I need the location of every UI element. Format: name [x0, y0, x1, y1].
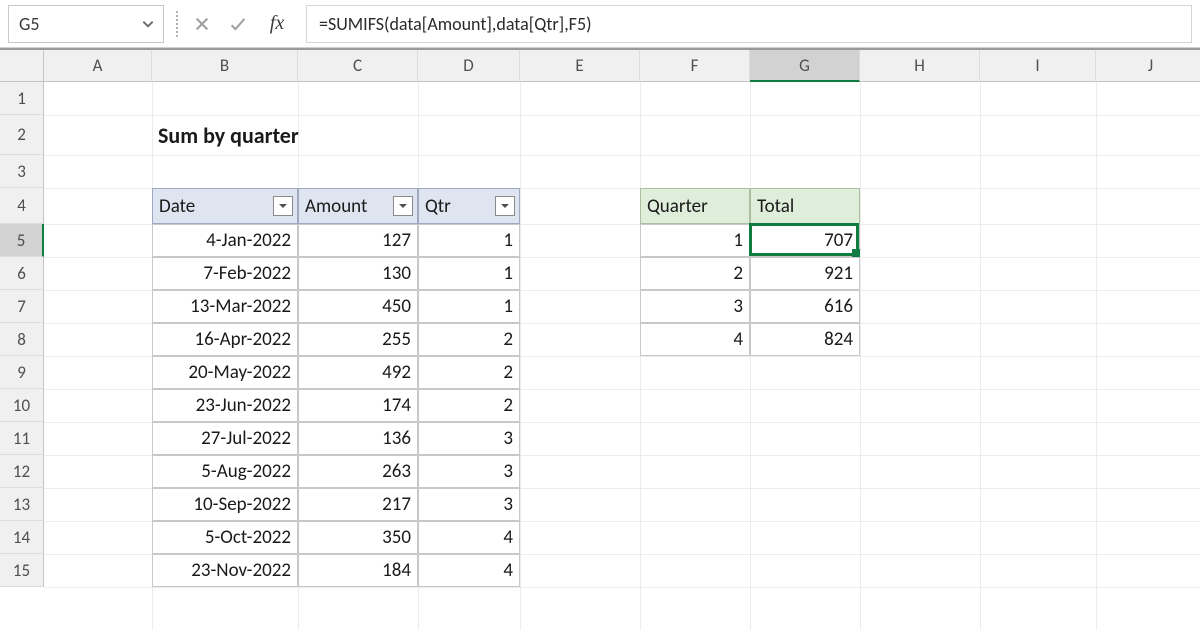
col-header-E[interactable]: E [520, 50, 640, 82]
filter-dropdown-icon[interactable] [273, 196, 293, 216]
table-row-amount[interactable]: 255 [298, 323, 418, 356]
table-row-amount[interactable]: 263 [298, 455, 418, 488]
table-row-date[interactable]: 5-Oct-2022 [152, 521, 298, 554]
table-row-date[interactable]: 23-Jun-2022 [152, 389, 298, 422]
divider [176, 11, 178, 37]
row-header-10[interactable]: 10 [0, 389, 44, 422]
table-row-qtr[interactable]: 2 [418, 323, 520, 356]
summary-row-total[interactable]: 707 [750, 224, 860, 257]
table-row-amount[interactable]: 184 [298, 554, 418, 587]
row-header-6[interactable]: 6 [0, 257, 44, 290]
filter-dropdown-icon[interactable] [393, 196, 413, 216]
worksheet[interactable]: ABCDEFGHIJ 123456789101112131415 Sum by … [0, 48, 1200, 630]
cells-area[interactable]: Sum by quarterDateAmountQtr4-Jan-2022127… [44, 82, 1200, 630]
name-box-value: G5 [19, 13, 39, 35]
table-row-date[interactable]: 13-Mar-2022 [152, 290, 298, 323]
row-header-5[interactable]: 5 [0, 224, 44, 257]
table-row-qtr[interactable]: 1 [418, 224, 520, 257]
col-header-J[interactable]: J [1096, 50, 1200, 82]
col-header-H[interactable]: H [860, 50, 980, 82]
col-header-G[interactable]: G [750, 50, 860, 82]
table-row-qtr[interactable]: 4 [418, 554, 520, 587]
table-row-date[interactable]: 20-May-2022 [152, 356, 298, 389]
page-title[interactable]: Sum by quarter [152, 115, 520, 155]
summary-header-total[interactable]: Total [750, 188, 860, 224]
table-row-qtr[interactable]: 1 [418, 257, 520, 290]
chevron-down-icon[interactable] [141, 17, 155, 31]
table-row-date[interactable]: 27-Jul-2022 [152, 422, 298, 455]
col-header-I[interactable]: I [980, 50, 1096, 82]
row-header-4[interactable]: 4 [0, 188, 44, 224]
name-box[interactable]: G5 [8, 5, 164, 43]
table-row-amount[interactable]: 492 [298, 356, 418, 389]
table-row-amount[interactable]: 350 [298, 521, 418, 554]
table-row-amount[interactable]: 450 [298, 290, 418, 323]
table-row-qtr[interactable]: 3 [418, 422, 520, 455]
row-header-3[interactable]: 3 [0, 155, 44, 188]
row-headers: 123456789101112131415 [0, 82, 44, 630]
table-row-date[interactable]: 16-Apr-2022 [152, 323, 298, 356]
cancel-formula-button[interactable] [188, 7, 216, 41]
table-row-date[interactable]: 10-Sep-2022 [152, 488, 298, 521]
table-row-date[interactable]: 4-Jan-2022 [152, 224, 298, 257]
row-header-12[interactable]: 12 [0, 455, 44, 488]
summary-row-total[interactable]: 921 [750, 257, 860, 290]
col-header-B[interactable]: B [152, 50, 298, 82]
table-row-qtr[interactable]: 2 [418, 356, 520, 389]
col-header-D[interactable]: D [418, 50, 520, 82]
column-headers: ABCDEFGHIJ [44, 50, 1200, 82]
table-row-date[interactable]: 23-Nov-2022 [152, 554, 298, 587]
table-row-date[interactable]: 5-Aug-2022 [152, 455, 298, 488]
fx-icon[interactable]: fx [260, 12, 294, 35]
formula-text: =SUMIFS(data[Amount],data[Qtr],F5) [319, 13, 592, 35]
gridline-h [44, 587, 1200, 588]
table-row-qtr[interactable]: 3 [418, 488, 520, 521]
summary-row-quarter[interactable]: 1 [640, 224, 750, 257]
col-header-C[interactable]: C [298, 50, 418, 82]
row-header-7[interactable]: 7 [0, 290, 44, 323]
row-header-8[interactable]: 8 [0, 323, 44, 356]
row-header-14[interactable]: 14 [0, 521, 44, 554]
select-all-corner[interactable] [0, 50, 44, 82]
col-header-F[interactable]: F [640, 50, 750, 82]
summary-row-quarter[interactable]: 2 [640, 257, 750, 290]
table-row-qtr[interactable]: 1 [418, 290, 520, 323]
table-row-amount[interactable]: 127 [298, 224, 418, 257]
table-row-amount[interactable]: 174 [298, 389, 418, 422]
summary-row-quarter[interactable]: 3 [640, 290, 750, 323]
summary-row-quarter[interactable]: 4 [640, 323, 750, 356]
summary-header-quarter[interactable]: Quarter [640, 188, 750, 224]
col-header-A[interactable]: A [44, 50, 152, 82]
table-header-amount[interactable]: Amount [298, 188, 418, 224]
table-row-amount[interactable]: 217 [298, 488, 418, 521]
formula-input[interactable]: =SUMIFS(data[Amount],data[Qtr],F5) [306, 5, 1192, 43]
table-header-qtr[interactable]: Qtr [418, 188, 520, 224]
summary-row-total[interactable]: 616 [750, 290, 860, 323]
summary-row-total[interactable]: 824 [750, 323, 860, 356]
row-header-2[interactable]: 2 [0, 115, 44, 155]
table-row-amount[interactable]: 136 [298, 422, 418, 455]
table-header-date[interactable]: Date [152, 188, 298, 224]
formula-bar: G5 fx =SUMIFS(data[Amount],data[Qtr],F5) [0, 0, 1200, 48]
filter-dropdown-icon[interactable] [495, 196, 515, 216]
row-header-9[interactable]: 9 [0, 356, 44, 389]
row-header-11[interactable]: 11 [0, 422, 44, 455]
table-row-qtr[interactable]: 4 [418, 521, 520, 554]
table-row-amount[interactable]: 130 [298, 257, 418, 290]
row-header-13[interactable]: 13 [0, 488, 44, 521]
table-row-qtr[interactable]: 3 [418, 455, 520, 488]
row-header-15[interactable]: 15 [0, 554, 44, 587]
table-row-qtr[interactable]: 2 [418, 389, 520, 422]
table-row-date[interactable]: 7-Feb-2022 [152, 257, 298, 290]
enter-formula-button[interactable] [224, 7, 252, 41]
gridline-h [44, 155, 1200, 156]
row-header-1[interactable]: 1 [0, 82, 44, 115]
